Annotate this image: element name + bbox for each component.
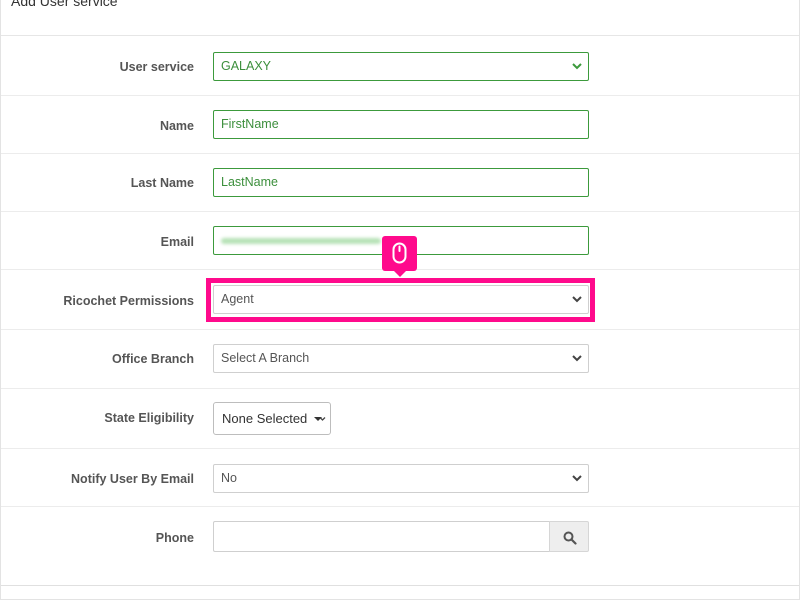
row-divider — [1, 448, 799, 449]
row-divider — [1, 95, 799, 96]
first-name-input[interactable]: FirstName — [213, 110, 589, 139]
office-branch-label: Office Branch — [112, 352, 194, 366]
row-divider — [1, 506, 799, 507]
click-highlight-box — [206, 278, 595, 322]
last-name-value: LastName — [221, 175, 278, 189]
state-eligibility-value: None Selected — [222, 411, 308, 426]
state-eligibility-label: State Eligibility — [104, 411, 194, 425]
phone-search-button[interactable] — [549, 521, 589, 552]
user-service-value: GALAXY — [221, 59, 272, 73]
ricochet-permissions-label: Ricochet Permissions — [63, 294, 194, 308]
notify-user-value: No — [221, 471, 237, 485]
last-name-input[interactable]: LastName — [213, 168, 589, 197]
form-footer-divider — [1, 585, 799, 586]
phone-input[interactable] — [213, 521, 550, 552]
row-divider — [1, 211, 799, 212]
email-label: Email — [160, 235, 194, 249]
row-divider — [1, 329, 799, 330]
user-service-select[interactable]: GALAXY — [213, 52, 589, 81]
chevron-down-icon — [572, 354, 582, 362]
title-divider — [1, 35, 799, 36]
mouse-icon — [392, 242, 407, 264]
notify-user-select[interactable]: No — [213, 464, 589, 493]
chevron-down-icon — [319, 402, 326, 433]
notify-user-label: Notify User By Email — [71, 472, 194, 486]
row-divider — [1, 153, 799, 154]
click-indicator-badge — [382, 236, 417, 277]
first-name-value: FirstName — [221, 117, 279, 131]
panel-title: Add User service — [11, 0, 118, 9]
name-label: Name — [159, 119, 194, 133]
phone-label: Phone — [155, 531, 194, 545]
chevron-down-icon — [572, 474, 582, 482]
office-branch-value: Select A Branch — [221, 351, 310, 365]
search-icon — [563, 531, 577, 545]
state-eligibility-multiselect[interactable]: None Selected — [213, 402, 331, 435]
chevron-down-icon — [572, 62, 582, 70]
last-name-label: Last Name — [130, 176, 194, 190]
user-service-label: User service — [119, 60, 194, 74]
row-divider — [1, 388, 799, 389]
office-branch-select[interactable]: Select A Branch — [213, 344, 589, 373]
email-redacted-value — [221, 238, 381, 244]
